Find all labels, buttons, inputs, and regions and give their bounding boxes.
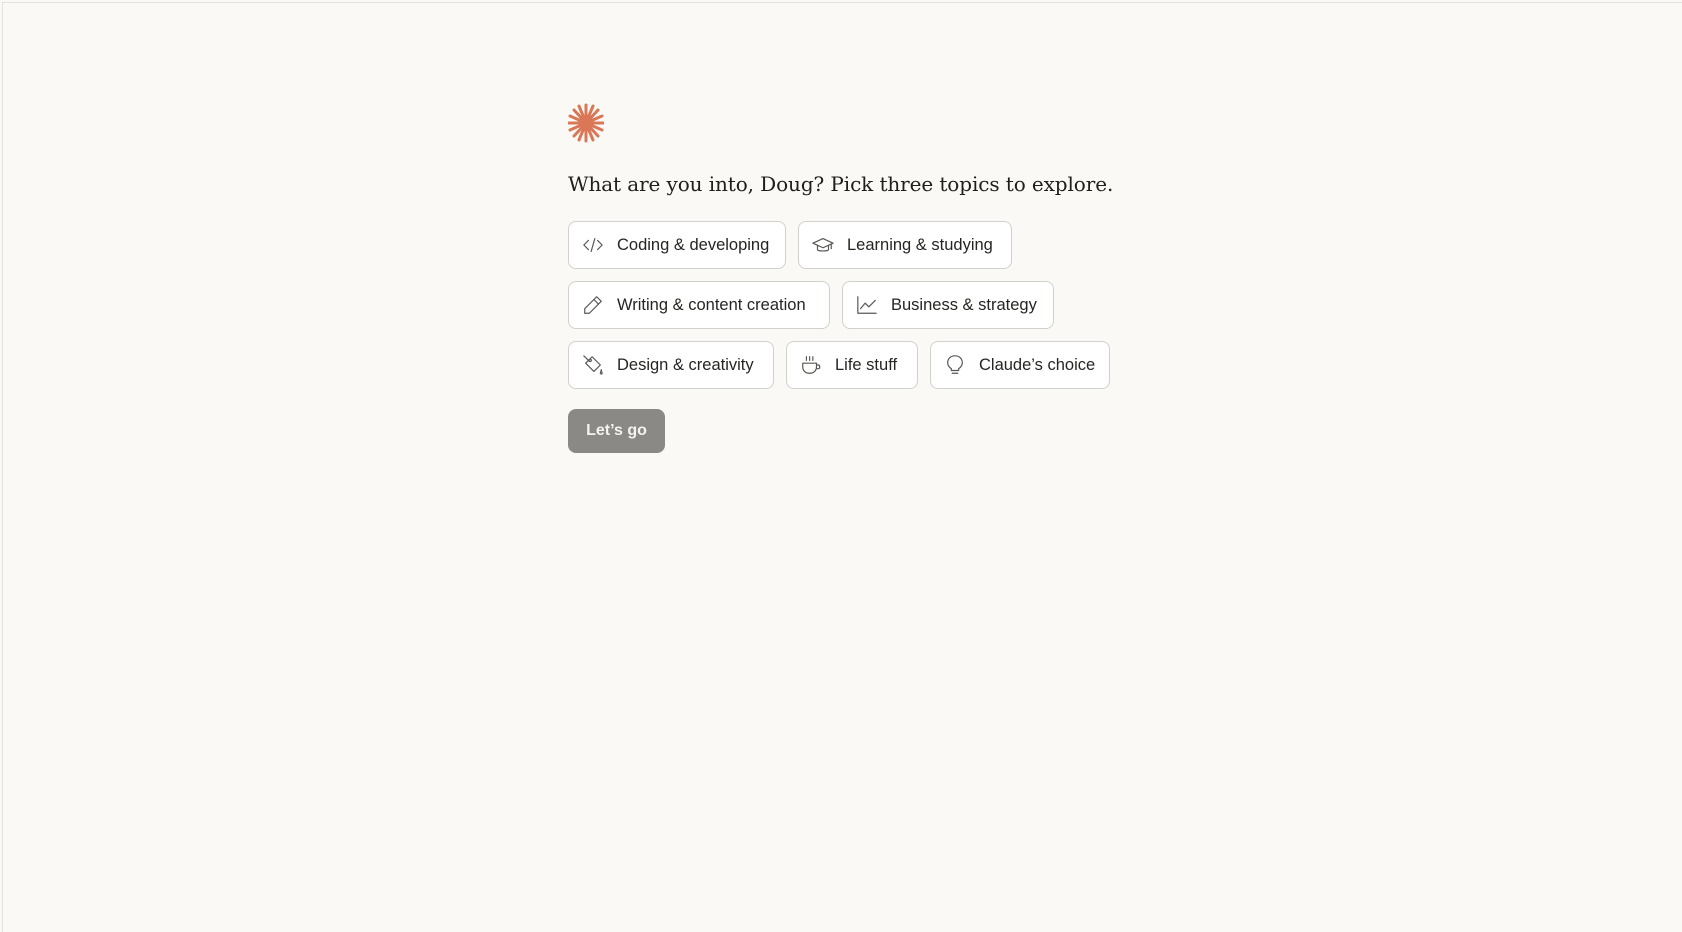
- topic-chip-design[interactable]: Design & creativity: [568, 341, 774, 389]
- topic-chip-writing[interactable]: Writing & content creation: [568, 281, 830, 329]
- page-frame: What are you into, Doug? Pick three topi…: [2, 2, 1682, 932]
- topic-chip-claudes-choice[interactable]: Claude’s choice: [930, 341, 1110, 389]
- topic-chip-label: Design & creativity: [617, 355, 754, 374]
- topic-chip-label: Business & strategy: [891, 295, 1037, 314]
- page-headline: What are you into, Doug? Pick three topi…: [568, 172, 1114, 196]
- topic-chip-label: Writing & content creation: [617, 295, 806, 314]
- topic-row: Coding & developing Learning & studying: [568, 221, 1188, 269]
- coffee-cup-icon: [799, 353, 823, 377]
- topic-row: Writing & content creation Business & st…: [568, 281, 1188, 329]
- paint-bucket-icon: [581, 353, 605, 377]
- claude-starburst-icon: [568, 103, 604, 143]
- topic-chip-label: Claude’s choice: [979, 355, 1096, 374]
- topic-chip-label: Life stuff: [835, 355, 898, 374]
- lets-go-button[interactable]: Let’s go: [568, 409, 665, 453]
- topic-chip-group: Coding & developing Learning & studying …: [568, 221, 1188, 389]
- lightbulb-icon: [943, 353, 967, 377]
- topic-chip-business[interactable]: Business & strategy: [842, 281, 1054, 329]
- topic-row: Design & creativity Life stuff Claude’s …: [568, 341, 1188, 389]
- graduation-cap-icon: [811, 233, 835, 257]
- topic-chip-learning[interactable]: Learning & studying: [798, 221, 1012, 269]
- line-chart-icon: [855, 293, 879, 317]
- onboarding-panel: What are you into, Doug? Pick three topi…: [568, 103, 1188, 453]
- topic-chip-coding[interactable]: Coding & developing: [568, 221, 786, 269]
- topic-chip-label: Coding & developing: [617, 235, 770, 254]
- topic-chip-life[interactable]: Life stuff: [786, 341, 918, 389]
- code-icon: [581, 233, 605, 257]
- pencil-icon: [581, 293, 605, 317]
- topic-chip-label: Learning & studying: [847, 235, 993, 254]
